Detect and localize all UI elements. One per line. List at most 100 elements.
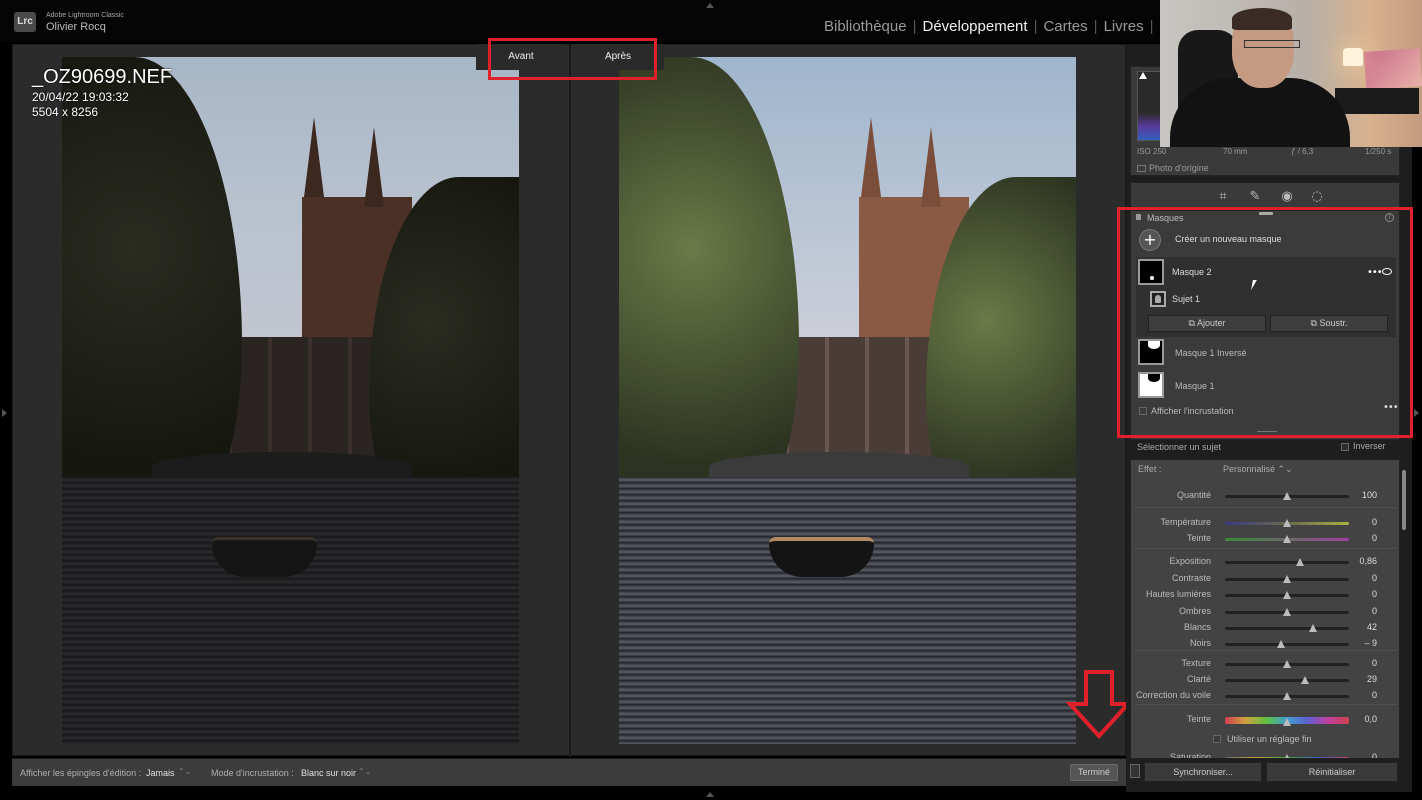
panel-collapse-icon[interactable]	[1136, 214, 1141, 220]
slider-track[interactable]	[1225, 535, 1349, 543]
overlay-options-icon[interactable]: •••	[1383, 402, 1399, 413]
slider-track[interactable]	[1225, 692, 1349, 700]
slider-track[interactable]	[1225, 591, 1349, 599]
slider-value[interactable]: 0	[1353, 533, 1377, 543]
module-develop[interactable]: Développement	[922, 18, 1027, 35]
slider-thumb[interactable]	[1277, 640, 1286, 648]
slider-thumb[interactable]	[1283, 492, 1291, 500]
slider-track[interactable]	[1225, 575, 1349, 583]
show-overlay-checkbox[interactable]	[1139, 407, 1147, 415]
expand-left-panel-arrow-icon[interactable]	[2, 409, 7, 417]
slider-value[interactable]: 29	[1353, 674, 1377, 684]
slider-value[interactable]: 0,0	[1353, 714, 1377, 724]
help-icon[interactable]: ?	[1385, 213, 1394, 222]
shadow-clipping-warning-icon[interactable]	[1139, 72, 1147, 79]
before-image[interactable]	[62, 57, 519, 744]
slider-value[interactable]: 100	[1353, 490, 1377, 500]
slider-track[interactable]	[1225, 754, 1349, 758]
module-separator: |	[1093, 18, 1098, 35]
redeye-icon[interactable]: ◉	[1279, 189, 1295, 205]
slider-label: Contraste	[1171, 573, 1211, 583]
panel-grip-icon[interactable]	[1259, 212, 1273, 215]
after-image[interactable]	[619, 57, 1076, 744]
sync-button[interactable]: Synchroniser...	[1144, 762, 1262, 782]
slider-thumb[interactable]	[1283, 754, 1291, 758]
slider-label: Température	[1160, 517, 1211, 527]
slider-thumb[interactable]	[1283, 718, 1291, 726]
mask-item-selected[interactable]: Masque 2 ••• Sujet 1 ⧉ Ajouter ⧉ Soustr.	[1136, 257, 1396, 337]
slider-value[interactable]: 0,86	[1353, 556, 1377, 566]
slider-track[interactable]	[1225, 717, 1349, 726]
expand-filmstrip-arrow-icon[interactable]	[706, 792, 714, 797]
fine-tune-label[interactable]: Utiliser un réglage fin	[1227, 734, 1312, 744]
heal-icon[interactable]: ✎	[1247, 189, 1263, 205]
slider-track[interactable]	[1225, 608, 1349, 616]
slider-track[interactable]	[1225, 676, 1349, 684]
slider-row: Saturation 0	[1131, 751, 1399, 758]
create-mask-label[interactable]: Créer un nouveau masque	[1175, 234, 1282, 244]
slider-thumb[interactable]	[1296, 558, 1305, 566]
select-subject-label[interactable]: Sélectionner un sujet	[1137, 442, 1221, 452]
crop-icon[interactable]: ⌗	[1215, 189, 1231, 205]
invert-checkbox[interactable]	[1341, 443, 1349, 451]
slider-thumb[interactable]	[1283, 591, 1291, 599]
panel-resize-grip[interactable]	[1257, 431, 1277, 432]
module-book[interactable]: Livres	[1104, 18, 1144, 35]
slider-track[interactable]	[1225, 558, 1349, 566]
mask-thumbnail	[1138, 372, 1164, 398]
create-mask-button[interactable]: +	[1139, 229, 1161, 251]
slider-thumb[interactable]	[1283, 608, 1291, 616]
mask-name[interactable]: Masque 1	[1175, 381, 1215, 391]
mask-component-name[interactable]: Sujet 1	[1172, 294, 1200, 304]
slider-track[interactable]	[1225, 519, 1349, 527]
slider-value[interactable]: 0	[1353, 589, 1377, 599]
mask-icon[interactable]: ◌	[1309, 189, 1325, 205]
slider-thumb[interactable]	[1283, 692, 1291, 700]
slider-track[interactable]	[1225, 660, 1349, 668]
visibility-eye-icon[interactable]	[1382, 268, 1392, 275]
module-library[interactable]: Bibliothèque	[824, 18, 907, 35]
overlay-mode-chevron-icon[interactable]: ⌃⌄	[358, 767, 371, 776]
add-to-mask-button[interactable]: ⧉ Ajouter	[1148, 315, 1266, 332]
collapse-right-panel-arrow-icon[interactable]	[1414, 409, 1419, 417]
slider-value[interactable]: – 9	[1353, 638, 1377, 648]
slider-track[interactable]	[1225, 492, 1349, 500]
edit-pins-chevron-icon[interactable]: ⌃⌄	[178, 767, 191, 776]
user-name: Olivier Rocq	[46, 21, 106, 33]
effect-preset-select[interactable]: Personnalisé ⌃⌄	[1223, 464, 1293, 475]
mask-name[interactable]: Masque 2	[1172, 267, 1212, 277]
slider-value[interactable]: 0	[1353, 517, 1377, 527]
original-photo-icon[interactable]	[1137, 165, 1146, 172]
slider-track[interactable]	[1225, 624, 1349, 632]
slider-thumb[interactable]	[1300, 676, 1309, 684]
slider-value[interactable]: 0	[1353, 573, 1377, 583]
slider-value[interactable]: 42	[1353, 622, 1377, 632]
slider-thumb[interactable]	[1309, 624, 1318, 632]
collapse-top-panel-arrow-icon[interactable]	[706, 3, 714, 8]
overlay-mode-select[interactable]: Blanc sur noir	[301, 768, 356, 778]
slider-thumb[interactable]	[1283, 535, 1291, 543]
slider-value[interactable]: 0	[1353, 606, 1377, 616]
module-map[interactable]: Cartes	[1043, 18, 1087, 35]
reset-button[interactable]: Réinitialiser	[1266, 762, 1398, 782]
slider-value[interactable]: 0	[1353, 690, 1377, 700]
panel-scrollbar[interactable]	[1402, 470, 1406, 530]
slider-thumb[interactable]	[1283, 519, 1291, 527]
show-overlay-label[interactable]: Afficher l'incrustation	[1151, 406, 1234, 416]
edit-pins-select[interactable]: Jamais	[146, 768, 175, 778]
slider-label: Texture	[1181, 658, 1211, 668]
done-button[interactable]: Terminé	[1070, 764, 1118, 781]
subtract-from-mask-button[interactable]: ⧉ Soustr.	[1270, 315, 1388, 332]
slider-value[interactable]: 0	[1353, 658, 1377, 668]
slider-track[interactable]	[1225, 640, 1349, 648]
more-options-icon[interactable]: •••	[1367, 267, 1383, 278]
slider-value[interactable]: 0	[1353, 752, 1377, 758]
fine-tune-checkbox[interactable]	[1213, 735, 1221, 743]
slider-thumb[interactable]	[1283, 575, 1291, 583]
after-label: Après	[572, 44, 664, 70]
auto-sync-toggle[interactable]	[1130, 764, 1140, 778]
slider-thumb[interactable]	[1283, 660, 1291, 668]
mask-name[interactable]: Masque 1 Inversé	[1175, 348, 1247, 358]
invert-label[interactable]: Inverser	[1353, 441, 1386, 451]
slider-group-separator	[1135, 548, 1397, 549]
